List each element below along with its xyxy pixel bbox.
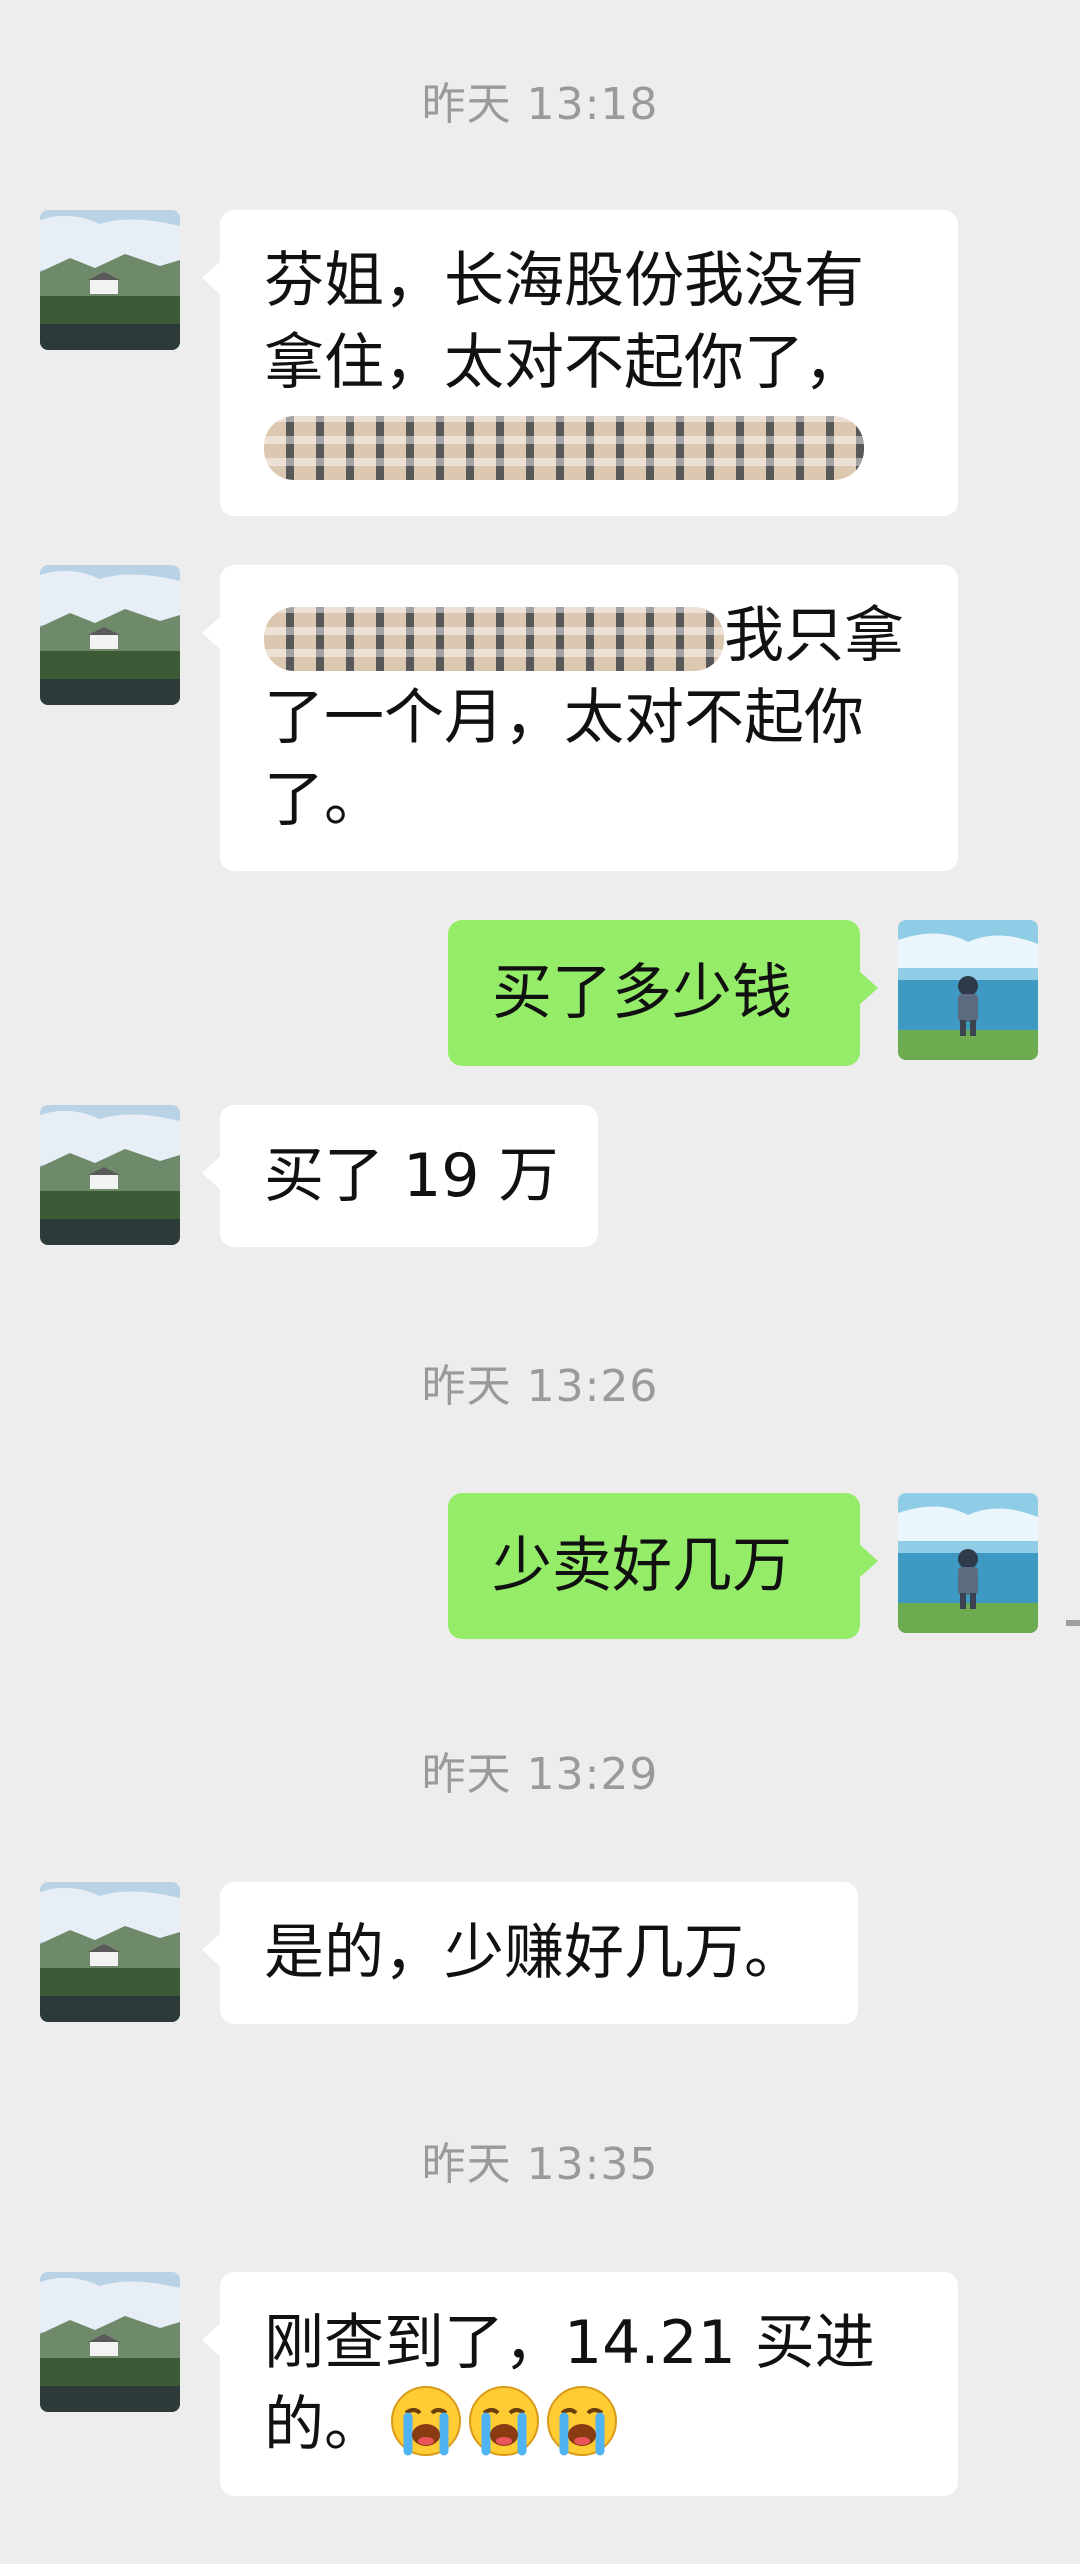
message-text: 了一个月，太对不起你 — [264, 683, 864, 753]
loudly-crying-face-icon — [546, 2385, 618, 2457]
message-text: 是的，少赚好几万。 — [264, 1918, 804, 1988]
scrollbar-indicator[interactable] — [1066, 1620, 1080, 1626]
loudly-crying-face-icon — [390, 2385, 462, 2457]
message-text: 刚查到了，14.21 买进 — [264, 2308, 875, 2378]
timestamp: 昨天 13:35 — [421, 2139, 659, 2190]
timestamp: 昨天 13:26 — [421, 1361, 659, 1412]
message-bubble-incoming[interactable]: 买了 19 万 — [202, 1105, 598, 1247]
message-text: 了。 — [264, 765, 384, 835]
mountain-village-avatar-icon — [40, 1882, 180, 2022]
message-text: 的。 — [264, 2390, 384, 2460]
my-avatar[interactable] — [898, 1493, 1038, 1633]
message-bubble-incoming[interactable]: 我只拿 了一个月，太对不起你 了。 — [202, 565, 958, 871]
mountain-village-avatar-icon — [40, 565, 180, 705]
message-bubble-incoming[interactable]: 芬姐，长海股份我没有 拿住，太对不起你了， — [202, 210, 958, 516]
message-bubble-incoming[interactable]: 是的，少赚好几万。 — [202, 1882, 858, 2024]
timestamp: 昨天 13:18 — [421, 79, 659, 130]
contact-avatar[interactable] — [40, 1882, 180, 2022]
message-text: 买了 19 万 — [264, 1141, 559, 1211]
message-text: 买了多少钱 — [492, 958, 792, 1028]
contact-avatar[interactable] — [40, 2272, 180, 2412]
message-text: 芬姐，长海股份我没有 — [264, 246, 864, 316]
contact-avatar[interactable] — [40, 1105, 180, 1245]
redacted-text — [264, 416, 864, 481]
message-text: 拿住，太对不起你了， — [264, 328, 864, 398]
my-avatar[interactable] — [898, 920, 1038, 1060]
redacted-text — [264, 607, 724, 672]
message-bubble-outgoing[interactable]: 少卖好几万 — [448, 1493, 878, 1639]
contact-avatar[interactable] — [40, 565, 180, 705]
loudly-crying-face-icon — [468, 2385, 540, 2457]
message-bubble-outgoing[interactable]: 买了多少钱 — [448, 920, 878, 1066]
boy-by-lake-avatar-icon — [898, 1493, 1038, 1633]
message-text: 我只拿 — [724, 601, 904, 671]
mountain-village-avatar-icon — [40, 1105, 180, 1245]
mountain-village-avatar-icon — [40, 210, 180, 350]
message-bubble-incoming[interactable]: 刚查到了，14.21 买进 的。 — [202, 2272, 958, 2496]
contact-avatar[interactable] — [40, 210, 180, 350]
timestamp: 昨天 13:29 — [421, 1749, 659, 1800]
message-text: 少卖好几万 — [492, 1531, 792, 1601]
mountain-village-avatar-icon — [40, 2272, 180, 2412]
boy-by-lake-avatar-icon — [898, 920, 1038, 1060]
